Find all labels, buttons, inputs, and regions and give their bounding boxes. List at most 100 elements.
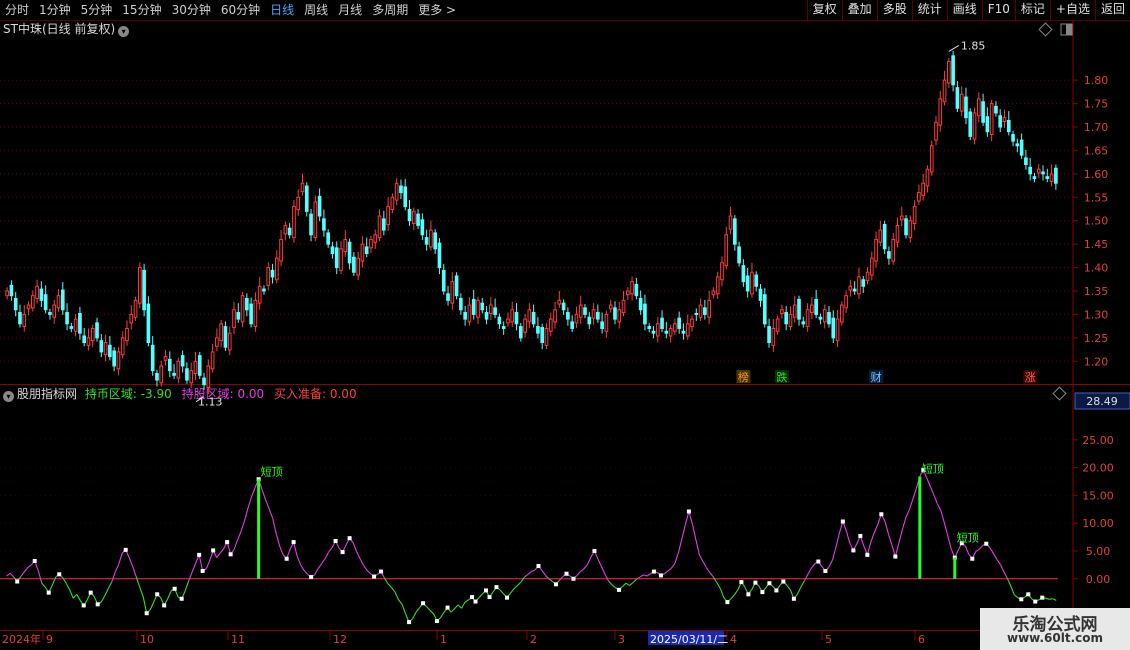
candle-body xyxy=(758,288,763,301)
price-tick-label: 1.65 xyxy=(1084,144,1109,157)
extreme-marker xyxy=(893,554,898,559)
chart-canvas[interactable]: 1.20 1.25 1.30 1.35 1.40 1.45 1.50 1.55 1.60 1.65… xyxy=(0,0,1130,650)
candle-body xyxy=(1019,139,1024,156)
candle-body xyxy=(989,103,994,136)
extreme-marker xyxy=(816,559,821,564)
candle-body xyxy=(655,323,660,337)
date-tick-label: 2024年 xyxy=(2,632,41,646)
indicator-segment xyxy=(293,541,298,557)
candle-body xyxy=(172,372,176,376)
candle-body xyxy=(583,307,587,315)
candle-body xyxy=(287,227,292,236)
indicator-segment xyxy=(6,572,11,577)
candle-body xyxy=(741,265,746,283)
indicator-segment xyxy=(576,571,581,576)
candle-body xyxy=(938,98,943,126)
price-tick-label: 1.40 xyxy=(1084,262,1109,275)
candle-body xyxy=(352,256,356,273)
date-tick-label: 6 xyxy=(918,633,925,646)
candle-body xyxy=(60,289,65,311)
candle-body xyxy=(497,316,502,325)
event-badge-label: 榜 xyxy=(738,370,749,384)
extreme-marker xyxy=(823,568,828,573)
candle-body xyxy=(801,321,806,325)
candle-body xyxy=(493,307,497,315)
indicator-segment xyxy=(873,524,879,533)
indicator-segment xyxy=(244,507,249,521)
extreme-marker xyxy=(81,603,86,608)
candle-body xyxy=(831,317,836,339)
indicator-segment xyxy=(670,562,676,569)
candle-body xyxy=(985,116,990,133)
indicator-segment xyxy=(27,564,32,569)
indicator-segment xyxy=(412,611,417,620)
indicator-segment xyxy=(216,552,221,558)
candle-body xyxy=(544,327,549,346)
candle-body xyxy=(257,285,262,304)
extreme-marker xyxy=(592,548,597,553)
indicator-diamond-icon[interactable] xyxy=(1052,386,1067,401)
candle-body xyxy=(780,309,784,314)
extreme-marker xyxy=(172,586,177,591)
extreme-marker xyxy=(858,533,863,538)
indicator-tick-label: 0.00 xyxy=(1086,573,1111,586)
candle-body xyxy=(1045,176,1050,180)
indicator-segment xyxy=(992,552,998,560)
price-tick-label: 1.60 xyxy=(1084,168,1109,181)
indicator-segment xyxy=(926,477,931,487)
candle-body xyxy=(878,229,883,243)
indicator-segment xyxy=(20,571,25,577)
candle-body xyxy=(523,318,527,333)
candle-body xyxy=(189,370,194,384)
indicator-segment xyxy=(324,551,330,559)
candle-body xyxy=(202,377,206,386)
indicator-grid xyxy=(0,439,1073,580)
indicator-segment xyxy=(240,520,246,532)
candle-body xyxy=(334,247,339,269)
indicator-segment xyxy=(510,588,515,594)
indicator-segment xyxy=(233,539,239,550)
candle-body xyxy=(52,304,57,318)
candle-body xyxy=(596,312,600,320)
candle-body xyxy=(317,195,322,217)
candle-body xyxy=(784,312,789,325)
candle-body xyxy=(882,223,887,250)
candle-body xyxy=(146,303,151,344)
indicator-segment xyxy=(191,562,197,573)
indicator-segment xyxy=(996,558,1001,565)
indicator-segment xyxy=(296,555,302,566)
candle-body xyxy=(245,297,249,311)
main-price-axis: 1.20 1.25 1.30 1.35 1.40 1.45 1.50 1.55 1.60 1.65… xyxy=(1073,74,1108,368)
candle-body xyxy=(1054,167,1058,184)
candle-body xyxy=(450,281,455,304)
candle-body xyxy=(912,206,917,225)
candle-body xyxy=(215,337,219,347)
extreme-marker xyxy=(445,605,450,610)
extreme-marker xyxy=(571,576,576,581)
extreme-marker xyxy=(746,592,751,597)
extreme-marker xyxy=(291,540,296,545)
candle-body xyxy=(852,288,857,292)
extreme-marker xyxy=(984,541,989,546)
indicator-segment xyxy=(586,556,592,565)
candle-body xyxy=(236,312,241,320)
candle-body xyxy=(964,96,968,119)
extreme-marker xyxy=(879,512,884,517)
candle-body xyxy=(437,242,442,269)
candle-body xyxy=(142,269,146,311)
candle-body xyxy=(536,326,540,334)
diamond-icon[interactable] xyxy=(1038,22,1053,37)
extreme-marker xyxy=(1026,592,1031,597)
indicator-segment xyxy=(139,586,144,597)
candle-body xyxy=(724,234,729,267)
candle-body xyxy=(73,318,78,332)
candle-body xyxy=(360,243,365,262)
indicator-segment xyxy=(884,520,889,534)
candle-body xyxy=(133,299,138,318)
candle-body xyxy=(283,224,288,235)
indicator-segment xyxy=(933,494,938,504)
candle-body xyxy=(313,201,318,239)
candle-body xyxy=(835,318,840,342)
indicator-segment xyxy=(667,567,672,572)
candle-body xyxy=(176,360,181,379)
